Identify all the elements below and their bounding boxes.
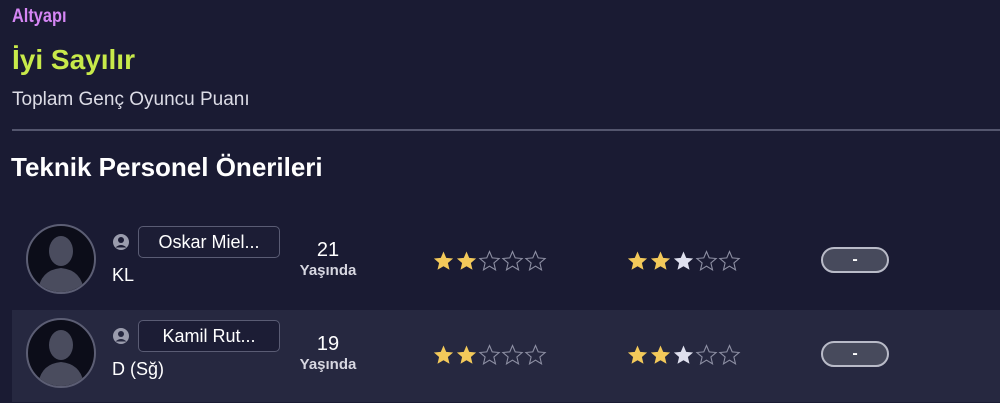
star-icon [524,250,547,271]
youth-rating-value: İyi Sayılır [12,44,135,75]
star-icon [501,344,524,365]
potential-stars [626,250,741,272]
star-icon [627,345,648,364]
star-icon [627,251,648,270]
person-icon [112,327,130,345]
star-icon [718,344,741,365]
potential-stars [626,344,741,366]
player-age: 21 [316,239,340,261]
status-button[interactable]: - [821,247,889,273]
player-row[interactable]: Kamil Rut... D (Sğ) 19 Yaşında - [12,310,1000,402]
star-icon [501,250,524,271]
player-row[interactable]: Oskar Miel... KL 21 Yaşında - [12,216,1000,308]
star-icon [478,344,501,365]
ability-stars [432,344,547,366]
silhouette-avatar-icon [26,224,96,294]
divider [12,129,1000,131]
person-icon [112,233,130,251]
star-icon [524,344,547,365]
silhouette-avatar-icon [26,318,96,388]
star-icon [695,250,718,271]
player-position: D (Sğ) [112,359,165,379]
section-label: Altyapı [12,6,67,27]
star-icon [433,251,454,270]
player-name[interactable]: Oskar Miel... [138,226,280,258]
player-age-unit: Yaşında [299,262,357,279]
status-button[interactable]: - [821,341,889,367]
youth-rating-description: Toplam Genç Oyuncu Puanı [12,89,250,110]
player-position: KL [112,265,135,285]
star-icon [718,250,741,271]
ability-stars [432,250,547,272]
star-icon [673,345,694,364]
player-age: 19 [316,333,340,355]
star-icon [650,345,671,364]
star-icon [456,251,477,270]
star-icon [456,345,477,364]
star-icon [478,250,501,271]
star-icon [433,345,454,364]
recommendations-heading: Teknik Personel Önerileri [11,152,323,182]
star-icon [673,251,694,270]
player-name[interactable]: Kamil Rut... [138,320,280,352]
star-icon [650,251,671,270]
player-age-unit: Yaşında [299,356,357,373]
star-icon [695,344,718,365]
